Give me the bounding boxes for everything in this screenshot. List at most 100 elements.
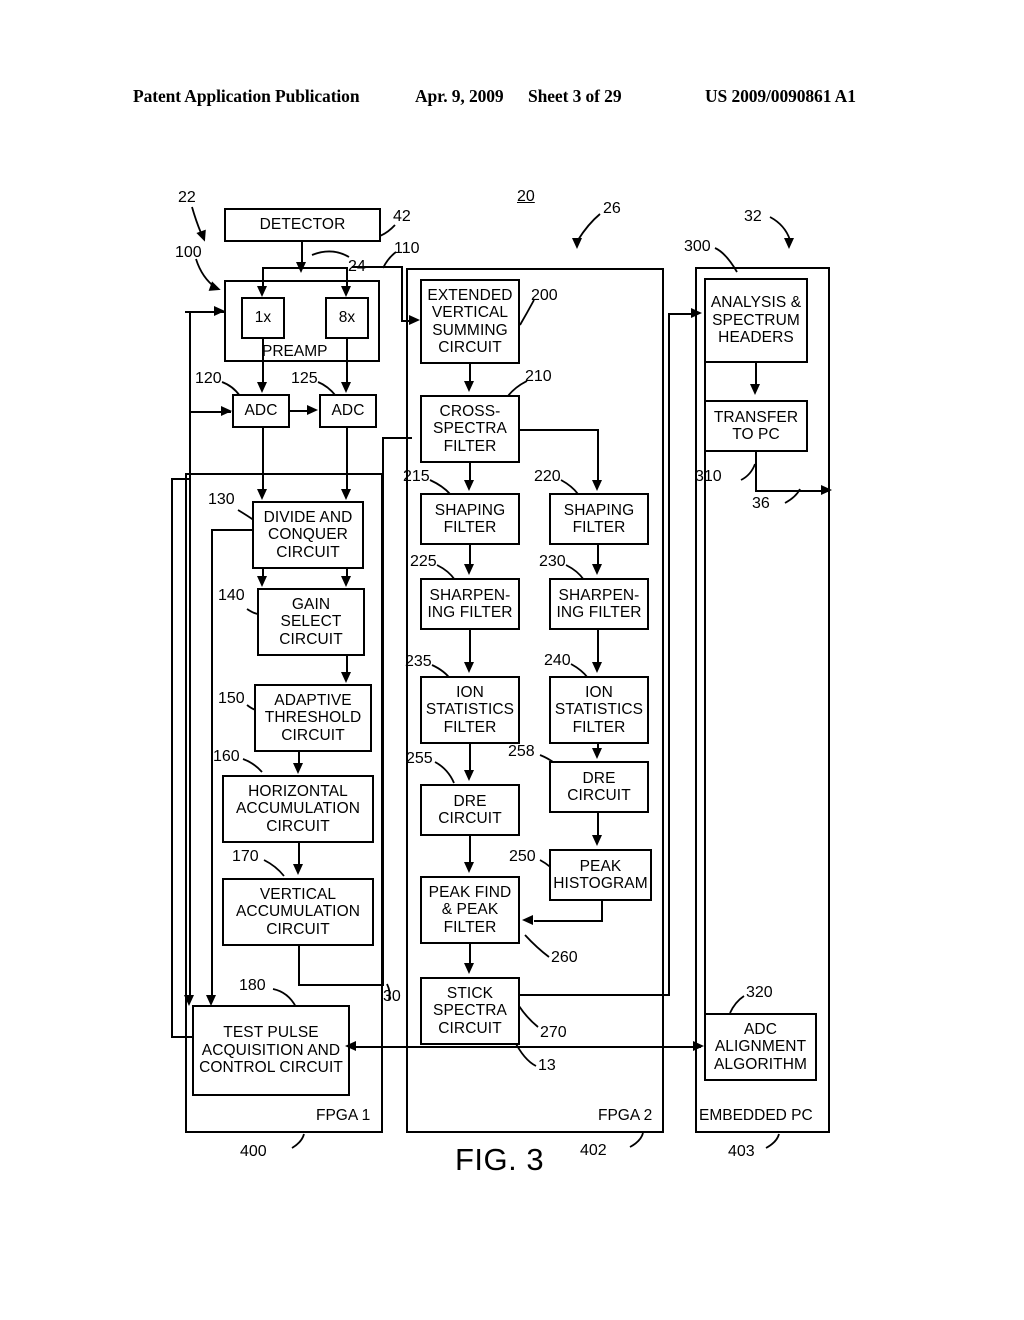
block-cross-spectra-filter[interactable]: CROSS- SPECTRA FILTER xyxy=(420,395,520,463)
block-gain-select-label: GAIN SELECT CIRCUIT xyxy=(279,595,343,648)
block-adc-2-label: ADC xyxy=(331,402,365,420)
ref-125: 125 xyxy=(291,370,318,387)
conn-pf-arrowhead xyxy=(464,862,474,873)
block-divide-and-conquer-label: DIVIDE AND CONQUER CIRCUIT xyxy=(263,508,353,561)
block-transfer-to-pc[interactable]: TRANSFER TO PC xyxy=(704,400,808,452)
ref-32: 32 xyxy=(744,208,762,225)
conn-110-vertical xyxy=(401,266,403,321)
conn-analysis-arrowhead xyxy=(691,308,702,318)
block-ion-statistics-filter-left[interactable]: ION STATISTICS FILTER xyxy=(420,676,520,744)
block-cross-spectra-filter-label: CROSS- SPECTRA FILTER xyxy=(433,402,507,455)
conn-transfer-arrowhead xyxy=(750,384,760,395)
conn-dc-left-arrowhead xyxy=(257,489,267,500)
block-gain-select[interactable]: GAIN SELECT CIRCUIT xyxy=(257,588,365,656)
block-analysis-spectrum-headers-label: ANALYSIS & SPECTRUM HEADERS xyxy=(710,294,802,347)
block-shaping-filter-right[interactable]: SHAPING FILTER xyxy=(549,493,649,545)
conn-1x-to-adc1 xyxy=(262,339,264,383)
block-analysis-spectrum-headers[interactable]: ANALYSIS & SPECTRUM HEADERS xyxy=(704,278,808,363)
ref-120: 120 xyxy=(195,370,222,387)
conn-36-arrowhead xyxy=(821,485,832,495)
conn-dre-left-arrowhead xyxy=(464,770,474,781)
block-vertical-accumulation[interactable]: VERTICAL ACCUMULATION CIRCUIT xyxy=(222,878,374,946)
conn-preamp-feedback-arrowhead xyxy=(214,306,225,316)
block-dre-circuit-left[interactable]: DRE CIRCUIT xyxy=(420,784,520,836)
conn-adc2-arrowhead xyxy=(341,382,351,393)
conn-csf-branch xyxy=(520,429,599,431)
conn-outer-left-to-testpulse xyxy=(171,1036,194,1038)
block-gain-1x[interactable]: 1x xyxy=(241,297,285,339)
conn-adc1-to-adc2 xyxy=(290,410,308,412)
block-ion-statistics-filter-left-label: ION STATISTICS FILTER xyxy=(425,683,515,736)
conn-into-analysis xyxy=(668,313,693,315)
conn-feedback-left-jog xyxy=(171,478,191,480)
conn-ph-to-pf-vert xyxy=(601,901,603,922)
block-ion-statistics-filter-right-label: ION STATISTICS FILTER xyxy=(554,683,644,736)
block-extended-vertical-summing-label: EXTENDED VERTICAL SUMMING CIRCUIT xyxy=(427,286,513,356)
conn-csf-branch-down xyxy=(597,429,599,484)
block-horizontal-accumulation[interactable]: HORIZONTAL ACCUMULATION CIRCUIT xyxy=(222,775,374,843)
block-divide-and-conquer[interactable]: DIVIDE AND CONQUER CIRCUIT xyxy=(252,501,364,569)
ref-26-arrowhead xyxy=(572,238,582,249)
block-extended-vertical-summing[interactable]: EXTENDED VERTICAL SUMMING CIRCUIT xyxy=(420,279,520,364)
block-ion-statistics-filter-right[interactable]: ION STATISTICS FILTER xyxy=(549,676,649,744)
ref-403: 403 xyxy=(728,1143,755,1160)
block-adc-1[interactable]: ADC xyxy=(232,394,290,428)
conn-preamp-bus xyxy=(262,267,348,269)
block-peak-histogram-label: PEAK HISTOGRAM xyxy=(553,857,648,892)
block-detector-label: DETECTOR xyxy=(259,216,346,234)
block-shaping-filter-left[interactable]: SHAPING FILTER xyxy=(420,493,520,545)
block-adc-2[interactable]: ADC xyxy=(319,394,377,428)
block-adc-1-label: ADC xyxy=(244,402,278,420)
block-adc-alignment-algorithm[interactable]: ADC ALIGNMENT ALGORITHM xyxy=(704,1013,817,1081)
publication-date: Apr. 9, 2009 xyxy=(415,86,504,106)
conn-pf-left-arrowhead xyxy=(522,915,533,925)
ref-100: 100 xyxy=(175,244,202,261)
block-test-pulse[interactable]: TEST PULSE ACQUISITION AND CONTROL CIRCU… xyxy=(192,1005,350,1096)
ref-30: 30 xyxy=(383,988,401,1005)
block-dre-circuit-left-label: DRE CIRCUIT xyxy=(438,792,502,827)
block-adaptive-threshold[interactable]: ADAPTIVE THRESHOLD CIRCUIT xyxy=(254,684,372,752)
ref-26: 26 xyxy=(603,200,621,217)
block-peak-histogram[interactable]: PEAK HISTOGRAM xyxy=(549,849,652,901)
conn-ion-left-arrowhead xyxy=(464,662,474,673)
conn-shaping-right-arrowhead xyxy=(592,480,602,491)
conn-shaping-left-arrowhead xyxy=(464,480,474,491)
conn-1x-arrowhead xyxy=(257,286,267,297)
conn-ph-arrowhead xyxy=(592,835,602,846)
conn-feedback-left-down xyxy=(189,478,191,1000)
conn-feedback-left-arrowhead xyxy=(184,995,194,1006)
ref-22-arrowhead xyxy=(196,229,210,244)
fpga1-label: FPGA 1 xyxy=(316,1107,371,1124)
block-sharpening-filter-right-label: SHARPEN- ING FILTER xyxy=(556,586,642,621)
conn-adc1-adc2-arrowhead xyxy=(307,405,318,415)
conn-sharpen-right-arrowhead xyxy=(592,564,602,575)
conn-adc-alignment-arrowhead xyxy=(693,1041,704,1051)
block-gain-8x[interactable]: 8x xyxy=(325,297,369,339)
conn-feedback-preamp-vert xyxy=(189,311,191,478)
ref-100-arrowhead xyxy=(208,281,223,295)
block-detector[interactable]: DETECTOR xyxy=(224,208,381,242)
ref-300: 300 xyxy=(684,238,711,255)
block-peak-find[interactable]: PEAK FIND & PEAK FILTER xyxy=(420,876,520,944)
block-sharpening-filter-right[interactable]: SHARPEN- ING FILTER xyxy=(549,578,649,630)
fpga2-label: FPGA 2 xyxy=(598,1107,653,1124)
conn-va-to-30 xyxy=(298,984,384,986)
block-test-pulse-label: TEST PULSE ACQUISITION AND CONTROL CIRCU… xyxy=(199,1024,343,1077)
ref-32-arrowhead xyxy=(784,238,794,249)
conn-csf-arrowhead xyxy=(464,381,474,392)
embedded-pc-label: EMBEDDED PC xyxy=(699,1107,813,1124)
block-gain-8x-label: 8x xyxy=(338,309,356,327)
conn-30-vertical xyxy=(382,437,384,986)
conn-outer-left-vert xyxy=(171,478,173,1038)
conn-epc-left-vert xyxy=(704,313,706,1033)
conn-ph-to-pf-horiz xyxy=(534,920,603,922)
block-dre-circuit-right[interactable]: DRE CIRCUIT xyxy=(549,761,649,813)
block-dre-circuit-right-label: DRE CIRCUIT xyxy=(567,769,631,804)
conn-va-arrowhead xyxy=(293,864,303,875)
block-sharpening-filter-left[interactable]: SHARPEN- ING FILTER xyxy=(420,578,520,630)
block-adc-alignment-algorithm-label: ADC ALIGNMENT ALGORITHM xyxy=(713,1020,808,1073)
conn-dre-left-to-pf xyxy=(469,836,471,863)
block-stick-spectra-label: STICK SPECTRA CIRCUIT xyxy=(433,984,507,1037)
preamp-label: PREAMP xyxy=(262,343,328,360)
block-stick-spectra[interactable]: STICK SPECTRA CIRCUIT xyxy=(420,977,520,1045)
